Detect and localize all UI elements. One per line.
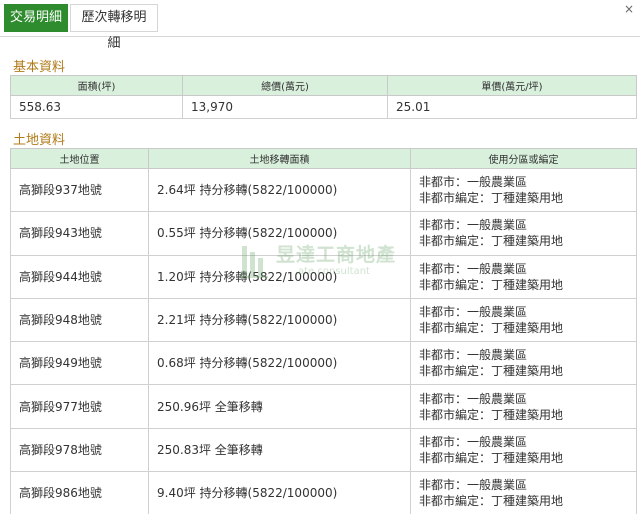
table-row: 高獅段978地號 250.83坪 全筆移轉 非都市：一般農業區 非都市編定：丁種建… (10, 427, 637, 473)
column-header-location: 土地位置 (10, 148, 149, 169)
tab-transaction-details[interactable]: 交易明細 (4, 4, 68, 32)
basic-section-title: 基本資料 (13, 60, 66, 75)
column-header-zoning: 使用分區或編定 (410, 148, 637, 169)
land-zoning: 非都市：一般農業區 非都市編定：丁種建築用地 (410, 471, 637, 514)
zoning-line: 非都市編定：丁種建築用地 (419, 494, 564, 509)
table-row: 558.63 13,970 25.01 (10, 95, 637, 119)
table-row: 高獅段943地號 0.55坪 持分移轉(5822/100000) 非都市：一般農… (10, 211, 637, 256)
zoning-line: 非都市編定：丁種建築用地 (419, 321, 564, 336)
land-location: 高獅段978地號 (10, 427, 149, 473)
zoning-line: 非都市編定：丁種建築用地 (419, 364, 564, 379)
table-row: 高獅段977地號 250.96坪 全筆移轉 非都市：一般農業區 非都市編定：丁種建… (10, 384, 637, 429)
land-zoning: 非都市：一般農業區 非都市編定：丁種建築用地 (410, 254, 637, 299)
land-transfer-area: 250.83坪 全筆移轉 (148, 427, 411, 473)
land-zoning: 非都市：一般農業區 非都市編定：丁種建築用地 (410, 211, 637, 256)
unit-price-value: 25.01 (387, 95, 637, 119)
land-transfer-area: 0.68坪 持分移轉(5822/100000) (148, 341, 411, 386)
zoning-line: 非都市：一般農業區 (419, 175, 528, 190)
land-location: 高獅段937地號 (10, 167, 149, 213)
land-section-title: 土地資料 (13, 133, 66, 148)
zoning-line: 非都市：一般農業區 (419, 348, 528, 363)
column-header-transfer-area: 土地移轉面積 (148, 148, 411, 169)
land-info-table: 土地位置 土地移轉面積 使用分區或編定 高獅段937地號 2.64坪 持分移轉(… (10, 148, 637, 514)
table-row: 高獅段944地號 1.20坪 持分移轉(5822/100000) 非都市：一般農… (10, 254, 637, 299)
table-row: 高獅段949地號 0.68坪 持分移轉(5822/100000) 非都市：一般農… (10, 341, 637, 386)
zoning-line: 非都市編定：丁種建築用地 (419, 277, 564, 292)
land-transfer-area: 2.21坪 持分移轉(5822/100000) (148, 297, 411, 343)
close-icon[interactable]: × (622, 2, 636, 16)
zoning-line: 非都市編定：丁種建築用地 (419, 191, 564, 206)
zoning-line: 非都市編定：丁種建築用地 (419, 407, 564, 422)
land-transfer-area: 2.64坪 持分移轉(5822/100000) (148, 167, 411, 213)
table-row: 高獅段948地號 2.21坪 持分移轉(5822/100000) 非都市：一般農… (10, 297, 637, 343)
total-price-value: 13,970 (182, 95, 388, 119)
tab-transfer-history[interactable]: 歷次轉移明細 (70, 4, 158, 51)
table-header-row: 土地位置 土地移轉面積 使用分區或編定 (10, 148, 637, 169)
land-zoning: 非都市：一般農業區 非都市編定：丁種建築用地 (410, 297, 637, 343)
tab-bar: 交易明細 歷次轉移明細 × (0, 0, 640, 51)
land-zoning: 非都市：一般農業區 非都市編定：丁種建築用地 (410, 167, 637, 213)
zoning-line: 非都市：一般農業區 (419, 305, 528, 320)
land-location: 高獅段944地號 (10, 254, 149, 299)
zoning-line: 非都市編定：丁種建築用地 (419, 234, 564, 249)
table-row: 高獅段986地號 9.40坪 持分移轉(5822/100000) 非都市：一般農… (10, 471, 637, 514)
land-location: 高獅段949地號 (10, 341, 149, 386)
area-value: 558.63 (10, 95, 183, 119)
land-zoning: 非都市：一般農業區 非都市編定：丁種建築用地 (410, 427, 637, 473)
zoning-line: 非都市：一般農業區 (419, 478, 528, 493)
column-header-area: 面積(坪) (10, 75, 183, 96)
land-zoning: 非都市：一般農業區 非都市編定：丁種建築用地 (410, 384, 637, 429)
zoning-line: 非都市：一般農業區 (419, 434, 528, 449)
land-transfer-area: 9.40坪 持分移轉(5822/100000) (148, 471, 411, 514)
land-location: 高獅段943地號 (10, 211, 149, 256)
column-header-total-price: 總價(萬元) (182, 75, 388, 96)
land-location: 高獅段986地號 (10, 471, 149, 514)
zoning-line: 非都市：一般農業區 (419, 261, 528, 276)
table-row: 高獅段937地號 2.64坪 持分移轉(5822/100000) 非都市：一般農… (10, 167, 637, 213)
basic-info-table: 面積(坪) 總價(萬元) 單價(萬元/坪) 558.63 13,970 25.0… (10, 75, 637, 119)
land-location: 高獅段948地號 (10, 297, 149, 343)
land-zoning: 非都市：一般農業區 非都市編定：丁種建築用地 (410, 341, 637, 386)
zoning-line: 非都市編定：丁種建築用地 (419, 450, 564, 465)
column-header-unit-price: 單價(萬元/坪) (387, 75, 637, 96)
land-transfer-area: 250.96坪 全筆移轉 (148, 384, 411, 429)
land-transfer-area: 1.20坪 持分移轉(5822/100000) (148, 254, 411, 299)
zoning-line: 非都市：一般農業區 (419, 391, 528, 406)
land-transfer-area: 0.55坪 持分移轉(5822/100000) (148, 211, 411, 256)
zoning-line: 非都市：一般農業區 (419, 218, 528, 233)
land-location: 高獅段977地號 (10, 384, 149, 429)
table-header-row: 面積(坪) 總價(萬元) 單價(萬元/坪) (10, 75, 637, 96)
